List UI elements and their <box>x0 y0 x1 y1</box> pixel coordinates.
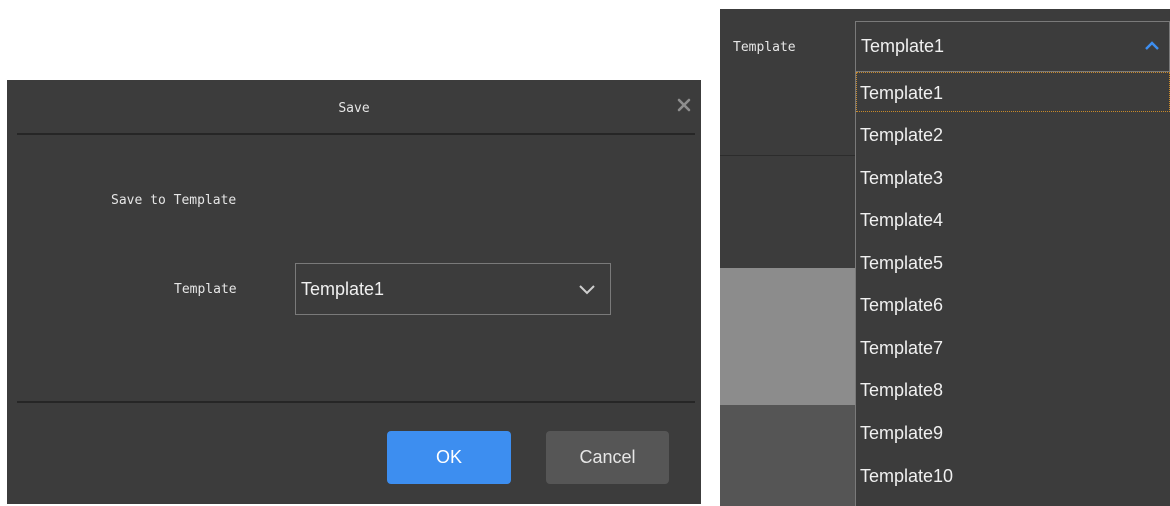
template-options-list: Template1 Template2 Template3 Template4 … <box>855 72 1170 506</box>
template-option[interactable]: Template2 <box>856 115 1170 155</box>
close-button[interactable] <box>675 96 693 114</box>
template-option[interactable]: Template10 <box>856 456 1170 496</box>
cancel-button[interactable]: Cancel <box>546 431 669 484</box>
template-option[interactable]: Template9 <box>856 413 1170 453</box>
ok-button[interactable]: OK <box>387 431 511 484</box>
background-strip <box>720 9 856 155</box>
template-select[interactable]: Template1 <box>295 263 611 315</box>
title-divider <box>17 133 695 135</box>
template-label: Template <box>733 40 796 55</box>
template-select-open[interactable]: Template1 <box>855 21 1170 72</box>
footer-divider <box>17 401 695 403</box>
template-option[interactable]: Template5 <box>856 243 1170 283</box>
template-option[interactable]: Template4 <box>856 200 1170 240</box>
template-option[interactable]: Template1 <box>856 72 1170 112</box>
chevron-up-icon <box>1145 41 1159 50</box>
template-select-value: Template1 <box>861 36 945 56</box>
background-strip <box>720 405 856 506</box>
chevron-down-icon <box>579 285 595 295</box>
template-option[interactable]: Template6 <box>856 285 1170 325</box>
background-strip <box>720 155 856 269</box>
template-select-value: Template1 <box>301 279 385 299</box>
background-strip <box>720 268 856 405</box>
save-dialog: Save Save to Template Template Template1… <box>7 80 701 504</box>
template-label: Template <box>174 282 237 297</box>
dialog-title: Save <box>338 101 370 116</box>
template-option[interactable]: Template8 <box>856 370 1170 410</box>
template-option[interactable]: Template7 <box>856 328 1170 368</box>
close-icon <box>677 98 691 112</box>
template-option[interactable]: Template3 <box>856 158 1170 198</box>
template-dropdown-panel: Template Template1 Template1 Template2 T… <box>720 9 1170 506</box>
save-to-template-label: Save to Template <box>111 193 237 208</box>
